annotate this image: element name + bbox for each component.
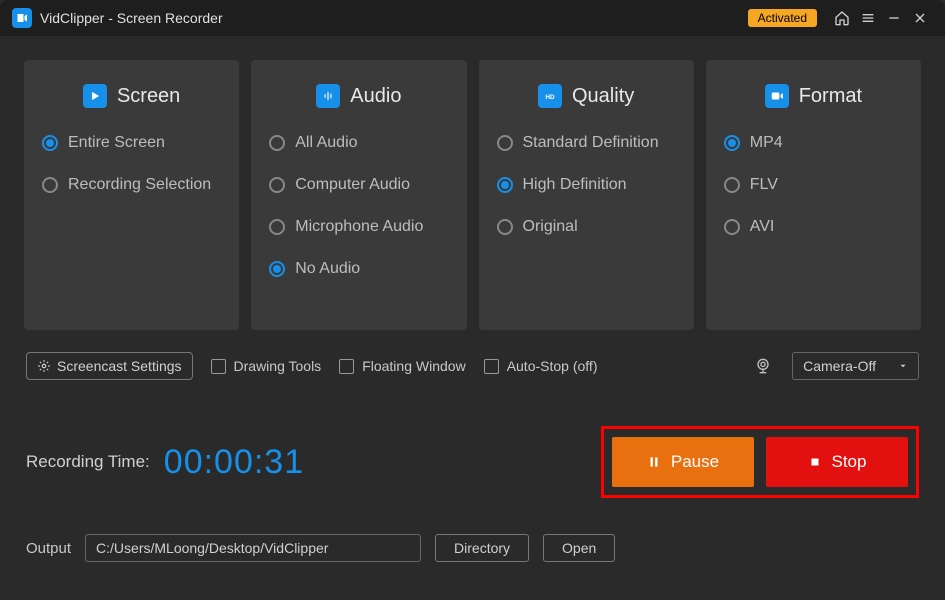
radio-label: High Definition <box>523 176 627 194</box>
radio-label: Original <box>523 218 578 236</box>
quality-card-title: Quality <box>572 85 634 108</box>
option-cards: Screen Entire Screen Recording Selection… <box>24 60 921 330</box>
output-row: Output C:/Users/MLoong/Desktop/VidClippe… <box>24 534 921 562</box>
auto-stop-label: Auto-Stop (off) <box>507 358 598 374</box>
drawing-tools-label: Drawing Tools <box>234 358 322 374</box>
floating-window-checkbox[interactable]: Floating Window <box>339 358 466 374</box>
stop-button-label: Stop <box>832 452 867 472</box>
directory-button[interactable]: Directory <box>435 534 529 562</box>
home-button[interactable] <box>829 5 855 31</box>
app-title: VidClipper - Screen Recorder <box>40 10 223 26</box>
format-card-title: Format <box>799 85 862 108</box>
checkbox-icon <box>339 359 354 374</box>
titlebar: VidClipper - Screen Recorder Activated <box>0 0 945 36</box>
stop-icon <box>808 455 822 469</box>
minimize-button[interactable] <box>881 5 907 31</box>
app-logo <box>12 8 32 28</box>
recording-time-value: 00:00:31 <box>164 443 304 482</box>
audio-card-title: Audio <box>350 85 401 108</box>
svg-text:HD: HD <box>545 94 555 101</box>
radio-label: Entire Screen <box>68 134 165 152</box>
radio-icon <box>724 219 740 235</box>
drawing-tools-checkbox[interactable]: Drawing Tools <box>211 358 322 374</box>
radio-icon <box>269 177 285 193</box>
audio-card-header: Audio <box>269 84 448 108</box>
radio-flv[interactable]: FLV <box>724 176 903 194</box>
floating-window-label: Floating Window <box>362 358 466 374</box>
format-icon <box>765 84 789 108</box>
pause-icon <box>647 455 661 469</box>
pause-button[interactable]: Pause <box>612 437 754 487</box>
quality-card-header: HD Quality <box>497 84 676 108</box>
chevron-down-icon <box>898 361 908 371</box>
activated-badge: Activated <box>748 9 817 27</box>
radio-avi[interactable]: AVI <box>724 218 903 236</box>
radio-original[interactable]: Original <box>497 218 676 236</box>
screen-icon <box>83 84 107 108</box>
camera-dropdown[interactable]: Camera-Off <box>792 352 919 380</box>
radio-label: All Audio <box>295 134 357 152</box>
recording-time-label: Recording Time: <box>26 452 150 472</box>
checkbox-icon <box>484 359 499 374</box>
radio-icon <box>497 135 513 151</box>
radio-label: Microphone Audio <box>295 218 423 236</box>
stop-button[interactable]: Stop <box>766 437 908 487</box>
radio-recording-selection[interactable]: Recording Selection <box>42 176 221 194</box>
menu-button[interactable] <box>855 5 881 31</box>
radio-icon <box>269 261 285 277</box>
output-label: Output <box>26 540 71 557</box>
radio-icon <box>269 135 285 151</box>
radio-icon <box>724 177 740 193</box>
highlight-box: Pause Stop <box>601 426 919 498</box>
radio-label: Computer Audio <box>295 176 410 194</box>
radio-label: MP4 <box>750 134 783 152</box>
webcam-icon[interactable] <box>752 355 774 377</box>
checkbox-icon <box>211 359 226 374</box>
audio-icon <box>316 84 340 108</box>
settings-toolbar: Screencast Settings Drawing Tools Floati… <box>24 352 921 380</box>
radio-icon <box>497 219 513 235</box>
open-button[interactable]: Open <box>543 534 615 562</box>
screencast-settings-button[interactable]: Screencast Settings <box>26 352 193 380</box>
recording-row: Recording Time: 00:00:31 Pause Stop <box>24 426 921 498</box>
format-card-header: Format <box>724 84 903 108</box>
radio-icon <box>724 135 740 151</box>
screen-card-header: Screen <box>42 84 221 108</box>
radio-entire-screen[interactable]: Entire Screen <box>42 134 221 152</box>
radio-high-definition[interactable]: High Definition <box>497 176 676 194</box>
gear-icon <box>37 359 51 373</box>
pause-button-label: Pause <box>671 452 719 472</box>
output-path-field[interactable]: C:/Users/MLoong/Desktop/VidClipper <box>85 534 421 562</box>
radio-computer-audio[interactable]: Computer Audio <box>269 176 448 194</box>
radio-no-audio[interactable]: No Audio <box>269 260 448 278</box>
quality-icon: HD <box>538 84 562 108</box>
camera-dropdown-value: Camera-Off <box>803 358 876 374</box>
audio-card: Audio All Audio Computer Audio Microphon… <box>251 60 466 330</box>
radio-label: Standard Definition <box>523 134 659 152</box>
screen-card: Screen Entire Screen Recording Selection <box>24 60 239 330</box>
radio-label: AVI <box>750 218 775 236</box>
screen-card-title: Screen <box>117 85 180 108</box>
radio-all-audio[interactable]: All Audio <box>269 134 448 152</box>
quality-card: HD Quality Standard Definition High Defi… <box>479 60 694 330</box>
radio-label: Recording Selection <box>68 176 211 194</box>
radio-icon <box>42 135 58 151</box>
radio-icon <box>497 177 513 193</box>
radio-mp4[interactable]: MP4 <box>724 134 903 152</box>
radio-icon <box>269 219 285 235</box>
radio-label: No Audio <box>295 260 360 278</box>
format-card: Format MP4 FLV AVI <box>706 60 921 330</box>
auto-stop-checkbox[interactable]: Auto-Stop (off) <box>484 358 598 374</box>
radio-standard-definition[interactable]: Standard Definition <box>497 134 676 152</box>
close-button[interactable] <box>907 5 933 31</box>
radio-microphone-audio[interactable]: Microphone Audio <box>269 218 448 236</box>
radio-label: FLV <box>750 176 778 194</box>
radio-icon <box>42 177 58 193</box>
screencast-settings-label: Screencast Settings <box>57 358 182 374</box>
main-panel: Screen Entire Screen Recording Selection… <box>0 36 945 562</box>
